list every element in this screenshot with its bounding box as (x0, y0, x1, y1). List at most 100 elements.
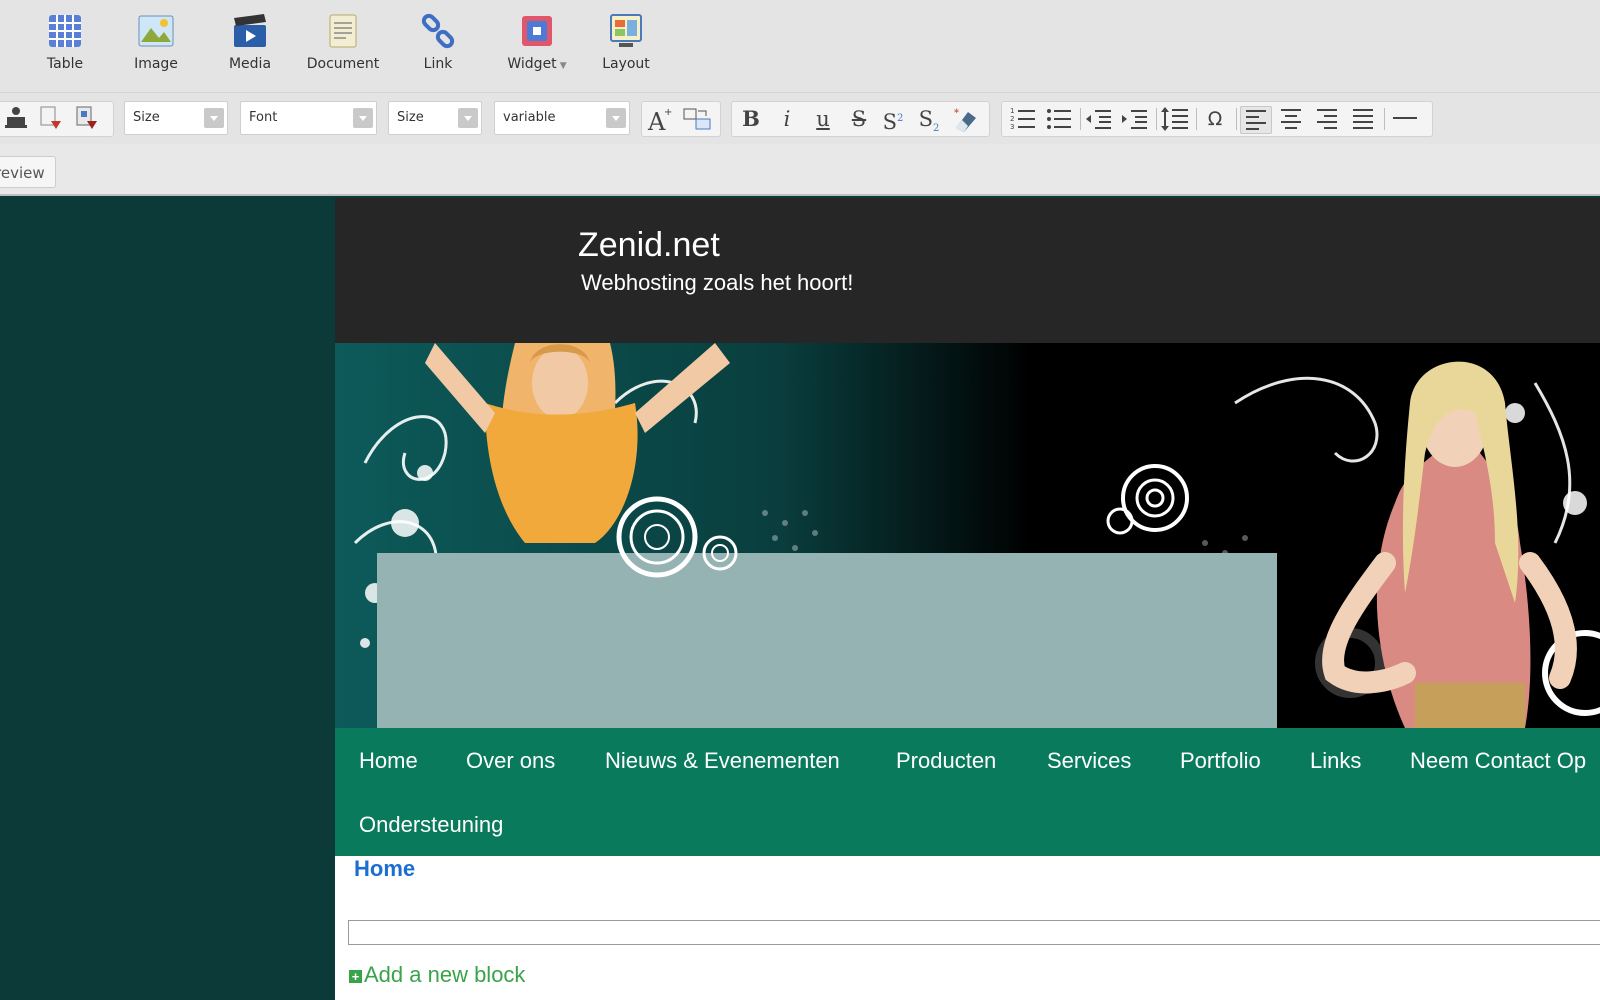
chevron-down-icon[interactable] (458, 108, 478, 128)
font-family-select[interactable]: Font (240, 101, 377, 135)
italic-button[interactable]: i (772, 106, 802, 132)
ribbon-item-label: Link (423, 56, 453, 72)
document-actions-group (0, 101, 114, 137)
media-icon (234, 14, 266, 47)
ribbon-item-label: Layout (602, 56, 650, 72)
tab-preview[interactable]: review (0, 156, 56, 188)
find-replace-icon[interactable] (682, 105, 712, 131)
svg-text:2: 2 (1010, 115, 1014, 123)
site-tagline: Webhosting zoals het hoort! (581, 270, 854, 295)
font-grow-icon[interactable]: A + (646, 105, 676, 136)
chevron-down-icon[interactable] (606, 108, 626, 128)
hero-banner-image (335, 343, 1600, 728)
add-block-link[interactable]: + Add a new block (349, 962, 525, 988)
ribbon-document-button[interactable]: Document (298, 12, 388, 72)
breadcrumb[interactable]: Home (354, 856, 415, 882)
format-toolbar: Size Font Size variable A + B i u S S2 S2… (0, 92, 1600, 145)
align-center-icon[interactable] (1276, 106, 1306, 132)
ribbon-item-label: Image (134, 56, 178, 72)
site-nav-bar: Home Over ons Nieuws & Evenementen Produ… (335, 728, 1600, 856)
line-height-select[interactable]: variable (494, 101, 630, 135)
content-block[interactable] (348, 920, 1600, 945)
chevron-down-icon[interactable] (353, 108, 373, 128)
chevron-down-icon[interactable] (204, 108, 224, 128)
site-header: Zenid.net Webhosting zoals het hoort! (335, 198, 1600, 343)
svg-text:3: 3 (1010, 123, 1014, 131)
text-style-group: B i u S S2 S2 * (731, 101, 990, 137)
strikethrough-button[interactable]: S (844, 106, 874, 132)
nav-item-neem-contact-op[interactable]: Neem Contact Op (1410, 748, 1586, 774)
editor-tab-row: review (0, 144, 1600, 196)
line-height-select-value: variable (503, 110, 556, 125)
font-size-select-value: Size (133, 110, 160, 125)
svg-text:1: 1 (1010, 107, 1014, 115)
text-effects-group: A + (641, 101, 721, 137)
outdent-icon[interactable] (1084, 106, 1114, 132)
print-icon[interactable] (1, 105, 31, 131)
paragraph-size-select[interactable]: Size (388, 101, 482, 135)
add-block-label: Add a new block (364, 962, 526, 987)
underline-button[interactable]: u (808, 106, 838, 132)
clear-formatting-icon[interactable]: * (950, 106, 980, 132)
bullet-list-icon[interactable] (1044, 106, 1074, 132)
toolbar-separator (1080, 108, 1081, 130)
align-right-icon[interactable] (1312, 106, 1342, 132)
toolbar-separator (1384, 108, 1385, 130)
nav-item-portfolio[interactable]: Portfolio (1180, 748, 1261, 774)
nav-item-home[interactable]: Home (359, 748, 418, 774)
paragraph-size-select-value: Size (397, 110, 424, 125)
subscript-button[interactable]: S2 (914, 106, 944, 134)
tab-preview-label: review (0, 164, 45, 182)
widget-icon (522, 16, 552, 46)
ribbon-table-button[interactable]: Table (20, 12, 110, 72)
toolbar-separator (1236, 108, 1237, 130)
ribbon-item-label: Media (228, 56, 272, 72)
image-icon (138, 15, 174, 47)
svg-text:*: * (954, 108, 959, 119)
nav-item-services[interactable]: Services (1047, 748, 1131, 774)
nav-item-producten[interactable]: Producten (896, 748, 996, 774)
font-size-select[interactable]: Size (124, 101, 228, 135)
nav-item-nieuws-evenementen[interactable]: Nieuws & Evenementen (605, 748, 840, 774)
document-icon (329, 14, 357, 48)
special-character-button[interactable]: Ω (1200, 106, 1230, 132)
layout-icon (610, 14, 642, 47)
ribbon-widget-button[interactable]: Widget ▼ (487, 12, 587, 72)
page-content: Home + Add a new block (335, 856, 1600, 1000)
paragraph-group: 123 Ω (1001, 101, 1433, 137)
site-preview: Zenid.net Webhosting zoals het hoort! Ho… (335, 198, 1600, 1000)
nav-item-links[interactable]: Links (1310, 748, 1361, 774)
svg-text:+: + (664, 107, 672, 118)
link-icon (421, 13, 455, 49)
insert-ribbon: Table Image Media Document Link Widget ▼… (0, 0, 1600, 92)
subscript-label: S (918, 107, 933, 131)
nav-item-over-ons[interactable]: Over ons (466, 748, 555, 774)
left-background-pane (0, 198, 335, 1000)
align-left-icon[interactable] (1240, 106, 1272, 134)
ribbon-image-button[interactable]: Image (111, 12, 201, 72)
toolbar-separator (1196, 108, 1197, 130)
ribbon-media-button[interactable]: Media (205, 12, 295, 72)
export-document-icon[interactable] (71, 105, 101, 131)
ribbon-item-label: Table (46, 56, 84, 72)
chevron-down-icon: ▼ (559, 61, 567, 71)
numbered-list-icon[interactable]: 123 (1008, 106, 1038, 132)
table-icon (49, 15, 81, 47)
ribbon-item-label: Widget (507, 56, 557, 72)
ribbon-link-button[interactable]: Link (393, 12, 483, 72)
import-document-icon[interactable] (35, 105, 65, 131)
ribbon-layout-button[interactable]: Layout (581, 12, 671, 72)
horizontal-rule-icon[interactable] (1390, 106, 1420, 132)
font-family-select-value: Font (249, 110, 278, 125)
toolbar-separator (1156, 108, 1157, 130)
bold-button[interactable]: B (736, 106, 766, 132)
superscript-button[interactable]: S2 (878, 106, 908, 134)
align-justify-icon[interactable] (1348, 106, 1378, 132)
site-title: Zenid.net (578, 226, 720, 264)
indent-icon[interactable] (1120, 106, 1150, 132)
superscript-label: S (882, 110, 897, 134)
plus-icon: + (349, 969, 362, 983)
nav-item-ondersteuning[interactable]: Ondersteuning (359, 812, 503, 838)
line-spacing-icon[interactable] (1160, 106, 1190, 132)
ribbon-item-label: Document (306, 56, 380, 72)
